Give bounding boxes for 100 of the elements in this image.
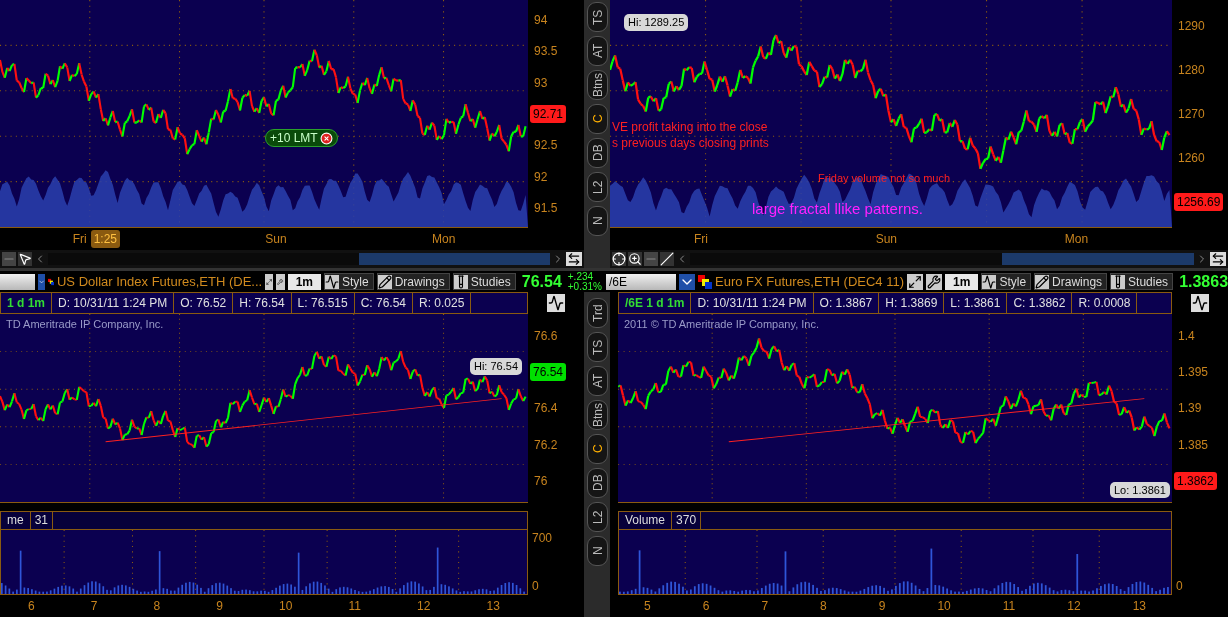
info-field: H: 76.54 [233,293,292,313]
side-tab[interactable]: DB [586,138,608,168]
price-tag: 1.3862 [1174,471,1217,490]
axis-label: 11 [348,598,361,615]
side-tab[interactable]: AT [586,366,608,396]
axis-label: 0 [532,578,540,595]
volume-title: me [1,512,31,529]
instrument-description: Euro FX Futures,ETH (DEC4 11) [715,272,905,291]
axis-label: 11 [1002,598,1016,615]
side-tab[interactable]: L2 [586,502,608,532]
axis-label: 10 [937,598,951,615]
chart-note: VE profit taking into the close [612,119,768,136]
toolbar-button[interactable]: Studies [452,273,516,290]
axis-label: 7 [90,598,98,615]
axis-label: Mon [1064,231,1089,248]
axis-label: 12 [417,598,431,615]
axis-label: 6 [702,598,710,615]
last-price: 1.3863 [1178,271,1228,292]
axis-label: 7 [761,598,769,615]
instrument-description: US Dollar Index Futures,ETH (DE... [57,272,263,291]
axis-label: 9 [878,598,886,615]
interval-button[interactable]: 1m [287,273,321,290]
side-tab[interactable]: TS [586,2,608,32]
axis-label: 76.4 [534,400,559,418]
axis-label: 92 [534,168,549,186]
axis-label: Sun [875,231,897,248]
symbol-field[interactable]: /6E [606,273,676,290]
side-tab[interactable]: DB [586,468,608,498]
axis-label: 5 [644,598,651,615]
axis-label: 1.395 [1178,364,1210,382]
info-field: O: 1.3867 [813,293,880,313]
axis-label: 91.5 [534,200,559,218]
axis-label: 76.6 [534,328,559,346]
axis-label: Mon [432,231,456,248]
side-tab[interactable]: C [586,104,608,134]
axis-label: 93 [534,74,549,92]
axis-label: 94 [534,11,549,29]
axis-label: 1290 [1178,18,1206,35]
toolbar-button[interactable]: Drawings [1034,273,1108,290]
axis-label: 1.385 [1178,436,1210,454]
info-field: D: 10/31/11 1:24 PM [691,293,814,313]
side-tab[interactable]: Btns [586,400,608,430]
order-badge[interactable]: +10 LMT [265,129,338,147]
low-label: Lo: 1.3861 [1110,481,1170,498]
order-label: +10 LMT [270,130,318,147]
side-tab[interactable]: N [586,206,608,236]
high-label: Hi: 76.54 [469,358,522,375]
axis-label: 10 [279,598,293,615]
info-field: L: 76.515 [291,293,355,313]
axis-label: 13 [1132,598,1146,615]
price-tag: 92.71 [530,104,567,123]
axis-label: 6 [28,598,35,615]
side-tab[interactable]: C [586,434,608,464]
side-tab[interactable]: L2 [586,172,608,202]
price-change: +.234 [567,271,595,282]
info-field: C: 76.54 [354,293,414,313]
toolbar-button[interactable]: Drawings [376,273,450,290]
high-label: Hi: 1289.25 [624,14,689,31]
side-tab[interactable]: Btns [586,70,608,100]
side-tab[interactable]: N [586,536,608,566]
axis-label: 76.2 [534,436,559,454]
toolbar-button[interactable]: Style [981,273,1032,290]
axis-label: 700 [532,530,554,547]
price-change: +0.31% [567,281,602,292]
copyright-text: TD Ameritrade IP Company, Inc. [6,317,164,332]
info-field: O: 76.52 [174,293,234,313]
axis-label: 8 [820,598,827,615]
axis-label: 9 [216,598,223,615]
axis-label: 13 [486,598,500,615]
axis-label: 1280 [1178,62,1206,79]
volume-title: Volume [619,512,673,529]
info-field: /6E 1 d 1m [619,293,692,313]
info-field: R: 0.0008 [1072,293,1138,313]
chart-note: Friday volume not so much [818,171,951,186]
info-field: D: 10/31/11 1:24 PM [52,293,175,313]
copyright-text: 2011 © TD Ameritrade IP Company, Inc. [624,317,819,332]
last-price: 76.54 [520,271,563,292]
toolbar-button[interactable]: Style [324,273,374,290]
axis-label: 1.4 [1178,328,1196,346]
time-badge: 1:25 [90,230,120,248]
price-tag: 1256.69 [1174,193,1224,211]
info-field: R: 0.025 [413,293,472,313]
axis-label: 0 [1176,578,1184,595]
volume-value: 370 [672,512,702,529]
axis-label: 1.39 [1178,400,1203,418]
info-field: C: 1.3862 [1007,293,1073,313]
info-field: 1 d 1m [1,293,52,313]
chart-note: large fractal llike patterns. [752,199,923,219]
axis-label: 8 [153,598,161,615]
side-tab[interactable]: Trd [586,298,608,328]
axis-label: 93.5 [534,43,559,61]
side-tab[interactable]: AT [586,36,608,66]
chart-note: s previous days closing prints [612,135,769,152]
info-field: H: 1.3869 [879,293,945,313]
interval-button[interactable]: 1m [945,273,979,290]
axis-label: 12 [1067,598,1081,615]
toolbar-button[interactable]: Studies [1110,273,1174,290]
side-tab[interactable]: TS [586,332,608,362]
volume-value: 31 [30,512,54,529]
price-tag: 76.54 [530,363,567,382]
